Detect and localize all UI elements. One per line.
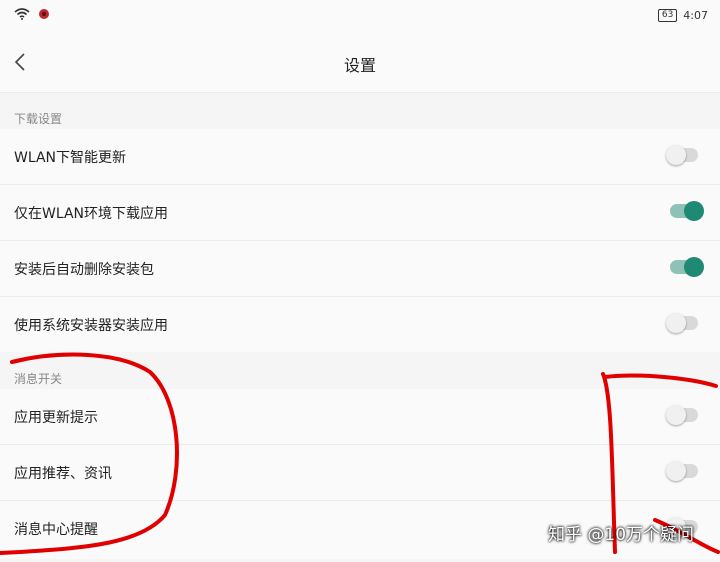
header: 设置 — [0, 32, 720, 93]
section-title-download: 下载设置 — [14, 112, 63, 126]
battery-indicator: 63 — [657, 9, 678, 22]
item-label: 应用更新提示 — [14, 410, 98, 426]
toggle-switch[interactable] — [666, 461, 698, 481]
status-bar: 63 4:07 — [0, 0, 720, 32]
item-label: 安装后自动删除安装包 — [14, 262, 154, 278]
download-settings-group: WLAN下智能更新 仅在WLAN环境下载应用 安装后自动删除安装包 使用系统安装… — [0, 129, 720, 352]
item-label: 仅在WLAN环境下载应用 — [14, 206, 169, 222]
item-label: 消息中心提醒 — [14, 522, 98, 538]
toggle-knob — [666, 313, 686, 333]
toggle-knob — [684, 257, 704, 277]
list-item[interactable]: WLAN下智能更新 — [0, 129, 720, 185]
section-title-messages: 消息开关 — [14, 372, 63, 386]
toggle-switch[interactable] — [666, 145, 698, 165]
list-item[interactable]: 安装后自动删除安装包 — [0, 241, 720, 297]
list-item[interactable]: 仅在WLAN环境下载应用 — [0, 185, 720, 241]
item-label: 使用系统安装器安装应用 — [14, 318, 168, 334]
clock: 4:07 — [683, 9, 708, 22]
toggle-knob — [666, 145, 686, 165]
toggle-switch[interactable] — [670, 257, 704, 277]
item-label: WLAN下智能更新 — [14, 150, 127, 166]
toggle-knob — [666, 461, 686, 481]
watermark: 知乎 @10万个疑问 — [548, 525, 695, 545]
list-item[interactable]: 使用系统安装器安装应用 — [0, 297, 720, 352]
toggle-switch[interactable] — [666, 313, 698, 333]
item-label: 应用推荐、资讯 — [14, 466, 112, 482]
wifi-icon — [14, 8, 30, 20]
toggle-switch[interactable] — [666, 405, 698, 425]
toggle-knob — [666, 405, 686, 425]
page-title: 设置 — [343, 56, 376, 75]
notification-app-icon — [39, 9, 49, 19]
toggle-knob — [684, 201, 704, 221]
list-item[interactable]: 应用推荐、资讯 — [0, 445, 720, 501]
toggle-switch[interactable] — [670, 201, 704, 221]
list-item[interactable]: 应用更新提示 — [0, 389, 720, 445]
